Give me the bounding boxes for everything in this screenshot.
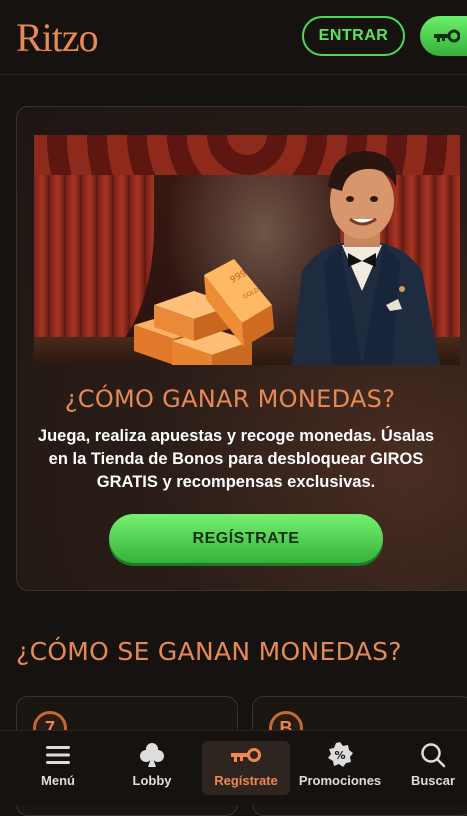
bottom-navigation: Menú Lobby Regístrate % Promociones Busc… <box>0 730 467 805</box>
key-icon <box>434 29 460 43</box>
nav-label: Lobby <box>132 773 172 788</box>
nav-menu[interactable]: Menú <box>14 741 102 795</box>
register-key-button[interactable] <box>420 16 467 56</box>
nav-label: Regístrate <box>214 773 278 788</box>
nav-label: Promociones <box>298 773 382 788</box>
host-character-illustration <box>292 151 440 365</box>
nav-label: Buscar <box>410 773 456 788</box>
nav-label: Menú <box>41 773 75 788</box>
hero-image: 999 GOLD <box>34 135 460 365</box>
percent-badge-icon: % <box>328 742 353 767</box>
hamburger-icon <box>46 746 70 764</box>
section-title: ¿CÓMO SE GANAN MONEDAS? <box>16 637 402 666</box>
svg-text:%: % <box>334 749 345 762</box>
nav-lobby[interactable]: Lobby <box>108 741 196 795</box>
club-icon <box>140 743 164 767</box>
promo-card: 999 GOLD ¿CÓMO GANAR MONEDAS? Juega, rea… <box>16 106 467 591</box>
nav-search[interactable]: Buscar <box>389 741 467 795</box>
promo-title: ¿CÓMO GANAR MONEDAS? <box>64 385 396 413</box>
register-button[interactable]: REGÍSTRATE <box>109 514 383 563</box>
top-header: Ritzo ENTRAR <box>0 0 467 75</box>
nav-register[interactable]: Regístrate <box>202 741 290 795</box>
search-icon <box>421 743 446 768</box>
promo-description: Juega, realiza apuestas y recoge monedas… <box>37 427 435 491</box>
login-button[interactable]: ENTRAR <box>302 16 405 56</box>
nav-promotions[interactable]: % Promociones <box>296 741 384 795</box>
key-icon <box>231 748 261 762</box>
ritzo-logo[interactable]: Ritzo <box>16 14 99 61</box>
